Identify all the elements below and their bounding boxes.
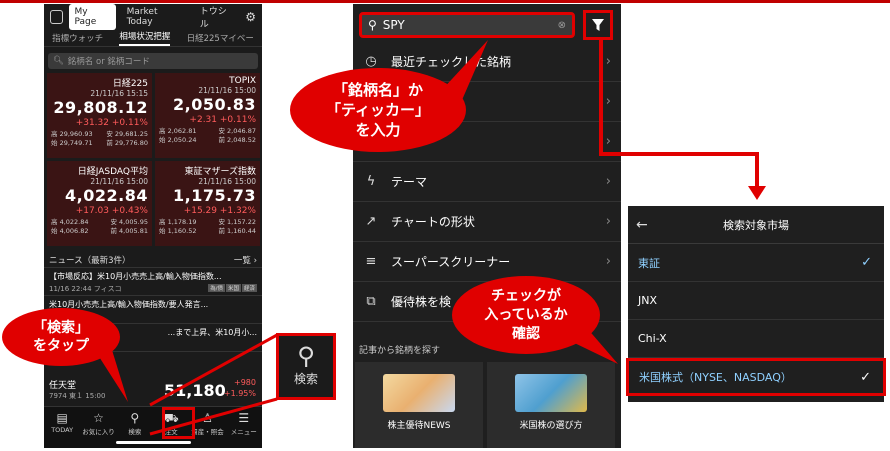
- callout-line: を入力: [355, 121, 401, 139]
- callout-line: 確認: [512, 325, 540, 342]
- callout-tail: [96, 40, 618, 402]
- callout-line: チェックが: [491, 287, 561, 304]
- callout-enter-name: 「銘柄名」か 「ティッカー」 を入力: [290, 68, 466, 152]
- stage: My Page Market Today トウシル ⚙ 指標ウォッチ 相場状況把…: [0, 0, 890, 451]
- callout-line: 「銘柄名」か: [332, 81, 423, 99]
- callout-line: 入っているか: [484, 306, 568, 323]
- callout-check-confirm: チェックが 入っているか 確認: [452, 276, 600, 354]
- callout-line: 「ティッカー」: [325, 101, 431, 119]
